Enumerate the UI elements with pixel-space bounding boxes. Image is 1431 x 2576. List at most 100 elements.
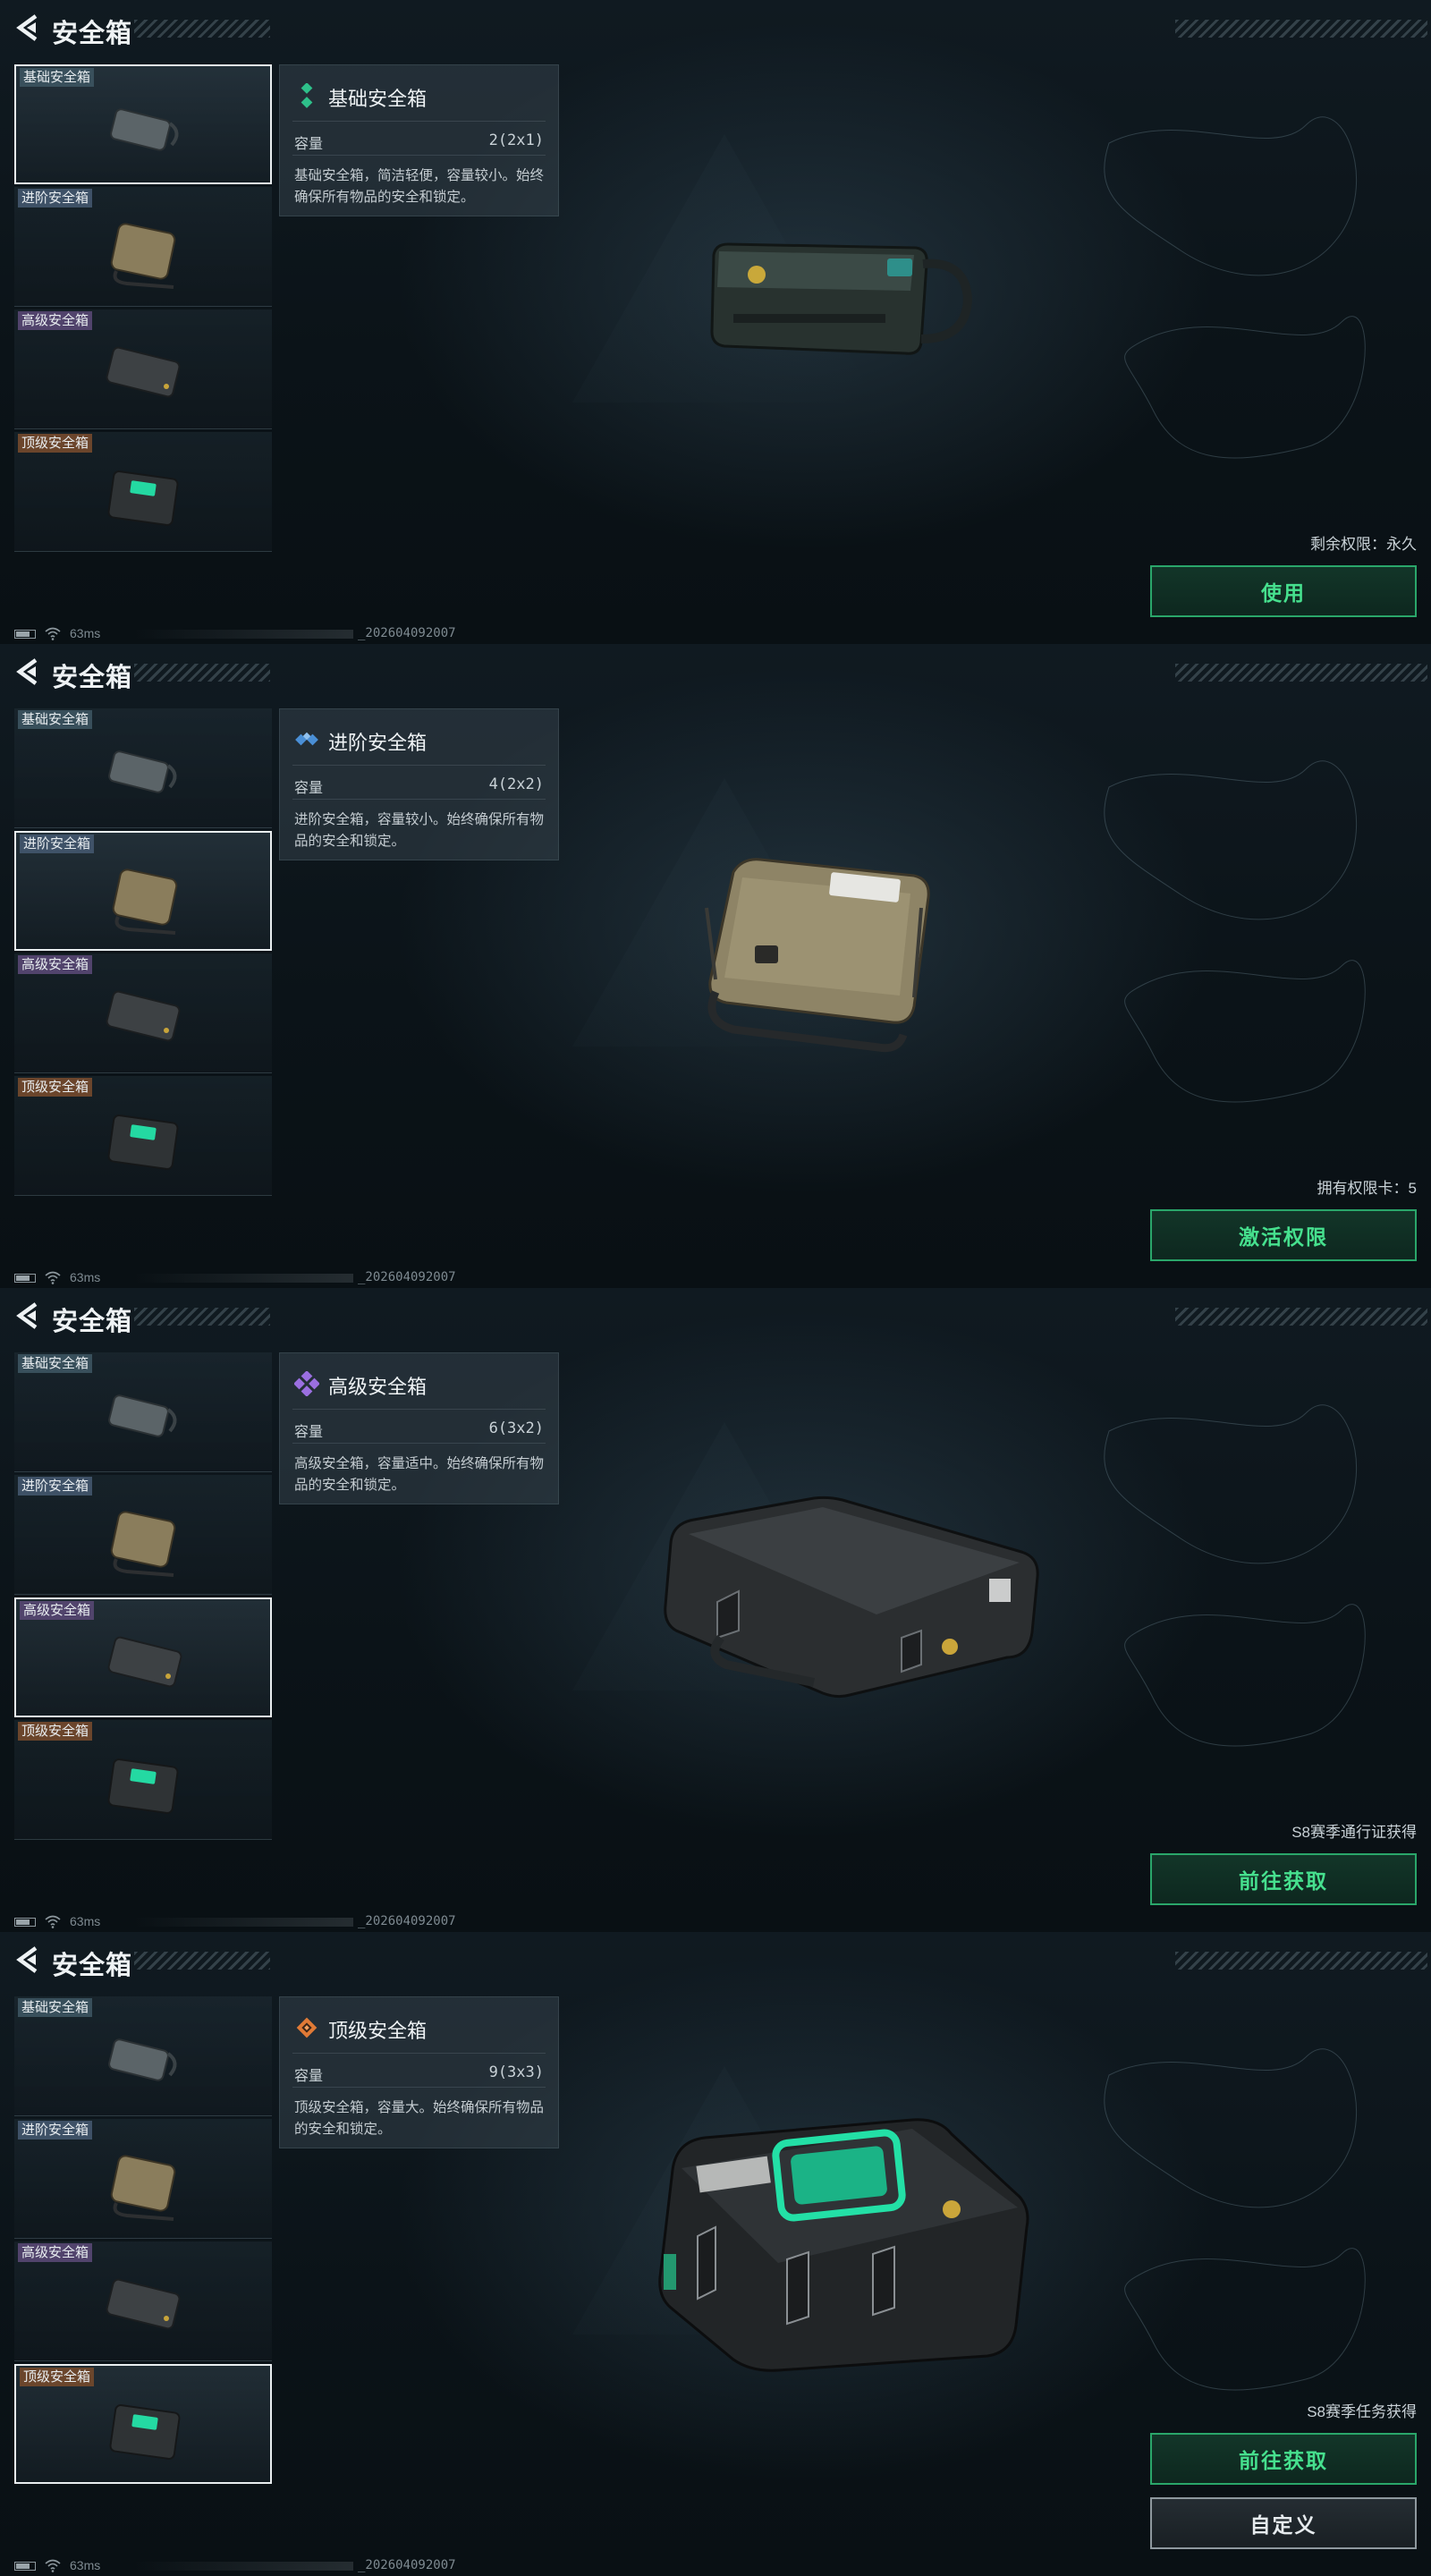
list-item-top[interactable]: 顶级安全箱 (14, 432, 272, 552)
high-case-thumbnail (107, 1636, 182, 1688)
item-label: 顶级安全箱 (18, 1722, 93, 1741)
divider (292, 2087, 546, 2088)
diamond-advanced-icon (295, 732, 318, 746)
status-bar: 63ms _202604092007 (0, 2555, 1431, 2576)
item-label: 高级安全箱 (18, 311, 93, 330)
status-bar: 63ms _202604092007 (0, 623, 1431, 644)
divider (292, 2053, 546, 2054)
item-label: 顶级安全箱 (20, 2368, 95, 2386)
list-item-basic[interactable]: 基础安全箱 (14, 708, 272, 828)
safebox-list: 基础安全箱 进阶安全箱 高级安全箱 顶级安全箱 (14, 1352, 272, 1843)
battery-icon (14, 630, 36, 639)
divider (292, 1443, 546, 1444)
header-stripes (134, 20, 270, 38)
list-item-high[interactable]: 高级安全箱 (14, 2241, 272, 2361)
list-item-high[interactable]: 高级安全箱 (14, 953, 272, 1073)
go-get-button[interactable]: 前往获取 (1150, 2433, 1417, 2485)
list-item-high[interactable]: 高级安全箱 (14, 309, 272, 429)
topographic-map-decoration (1104, 1404, 1366, 1747)
list-item-top[interactable]: 顶级安全箱 (14, 1720, 272, 1840)
list-item-top[interactable]: 顶级安全箱 (14, 2364, 272, 2484)
header-stripes (1175, 664, 1427, 682)
panel-high: 安全箱 基础安全箱 进阶安全箱 高级安全箱 顶级安全箱 高级安全箱 容量 6(3… (0, 1288, 1431, 1932)
item-label: 基础安全箱 (18, 1354, 93, 1373)
topographic-map-decoration (1104, 116, 1366, 459)
header-stripes (1175, 1952, 1427, 1970)
activate-permission-button[interactable]: 激活权限 (1150, 1209, 1417, 1261)
basic-case-thumbnail (110, 108, 179, 151)
list-item-basic[interactable]: 基础安全箱 (14, 1352, 272, 1472)
header-stripes (1175, 1308, 1427, 1326)
list-item-advanced[interactable]: 进阶安全箱 (14, 831, 272, 951)
list-item-advanced[interactable]: 进阶安全箱 (14, 187, 272, 307)
capacity-label: 容量 (294, 1425, 324, 1440)
capacity-value: 4(2x2) (488, 775, 544, 793)
item-label: 进阶安全箱 (20, 835, 95, 853)
customize-button[interactable]: 自定义 (1150, 2497, 1417, 2549)
build-text: _202604092007 (358, 2558, 456, 2572)
ping-text: 63ms (70, 626, 101, 640)
battery-icon (14, 1274, 36, 1283)
item-label: 进阶安全箱 (18, 2121, 93, 2140)
item-label: 基础安全箱 (20, 68, 95, 87)
item-description: 基础安全箱，简洁轻便，容量较小。始终确保所有物品的安全和锁定。 (294, 168, 545, 205)
list-item-basic[interactable]: 基础安全箱 (14, 64, 272, 184)
divider (292, 799, 546, 800)
back-arrow-icon[interactable] (14, 657, 41, 687)
item-label: 高级安全箱 (18, 2243, 93, 2262)
diamond-high-icon (294, 1371, 319, 1396)
item-name: 顶级安全箱 (328, 2020, 428, 2042)
advanced-case-thumbnail (112, 869, 178, 935)
item-label: 高级安全箱 (20, 1601, 95, 1620)
divider (292, 155, 546, 156)
header: 安全箱 (0, 0, 1431, 57)
list-item-basic[interactable]: 基础安全箱 (14, 1996, 272, 2116)
high-safebox-model (664, 1496, 1039, 1699)
item-name: 进阶安全箱 (328, 732, 428, 754)
list-item-top[interactable]: 顶级安全箱 (14, 1076, 272, 1196)
info-card: 顶级安全箱 容量 9(3x3) 顶级安全箱，容量大。始终确保所有物品的安全和锁定… (279, 1996, 559, 2148)
back-arrow-icon[interactable] (14, 1301, 41, 1331)
high-case-thumbnail (106, 990, 181, 1042)
page-title: 安全箱 (52, 1952, 133, 1980)
build-bar (134, 2562, 353, 2571)
advanced-case-thumbnail (110, 1511, 176, 1577)
build-text: _202604092007 (358, 1270, 456, 1284)
safebox-list: 基础安全箱 进阶安全箱 高级安全箱 顶级安全箱 (14, 708, 272, 1199)
status-text: 拥有权限卡：5 (1317, 1180, 1417, 1197)
build-bar (134, 630, 353, 639)
back-arrow-icon[interactable] (14, 1945, 41, 1975)
top-safebox-model (658, 2118, 1029, 2372)
panel-basic: 安全箱 基础安全箱 进阶安全箱 高级安全箱 顶级安全箱 基础安全箱 容量 2(2… (0, 0, 1431, 644)
list-item-high[interactable]: 高级安全箱 (14, 1597, 272, 1717)
ping-text: 63ms (70, 2558, 101, 2572)
header-stripes (1175, 20, 1427, 38)
capacity-label: 容量 (294, 137, 324, 152)
status-bar: 63ms _202604092007 (0, 1911, 1431, 1932)
diamond-top-icon (296, 2017, 318, 2038)
item-label: 顶级安全箱 (18, 434, 93, 453)
wifi-icon (45, 1915, 61, 1928)
top-case-thumbnail (109, 2404, 181, 2460)
item-description: 顶级安全箱，容量大。始终确保所有物品的安全和锁定。 (294, 2100, 545, 2137)
status-text: S8赛季通行证获得 (1291, 1824, 1417, 1841)
page-title: 安全箱 (52, 20, 133, 48)
top-case-thumbnail (107, 1114, 179, 1170)
info-card: 基础安全箱 容量 2(2x1) 基础安全箱，简洁轻便，容量较小。始终确保所有物品… (279, 64, 559, 216)
wifi-icon (45, 1271, 61, 1284)
header-stripes (134, 1308, 270, 1326)
panel-advanced: 安全箱 基础安全箱 进阶安全箱 高级安全箱 顶级安全箱 进阶安全箱 容量 4(2… (0, 644, 1431, 1288)
capacity-label: 容量 (294, 781, 324, 796)
build-bar (134, 1274, 353, 1283)
header-stripes (134, 664, 270, 682)
safebox-list: 基础安全箱 进阶安全箱 高级安全箱 顶级安全箱 (14, 1996, 272, 2487)
capacity-value: 2(2x1) (488, 131, 544, 149)
topographic-map-decoration (1104, 760, 1366, 1103)
back-arrow-icon[interactable] (14, 13, 41, 43)
go-get-button[interactable]: 前往获取 (1150, 1853, 1417, 1905)
use-button[interactable]: 使用 (1150, 565, 1417, 617)
safebox-list: 基础安全箱 进阶安全箱 高级安全箱 顶级安全箱 (14, 64, 272, 555)
item-label: 基础安全箱 (18, 710, 93, 729)
list-item-advanced[interactable]: 进阶安全箱 (14, 2119, 272, 2239)
list-item-advanced[interactable]: 进阶安全箱 (14, 1475, 272, 1595)
